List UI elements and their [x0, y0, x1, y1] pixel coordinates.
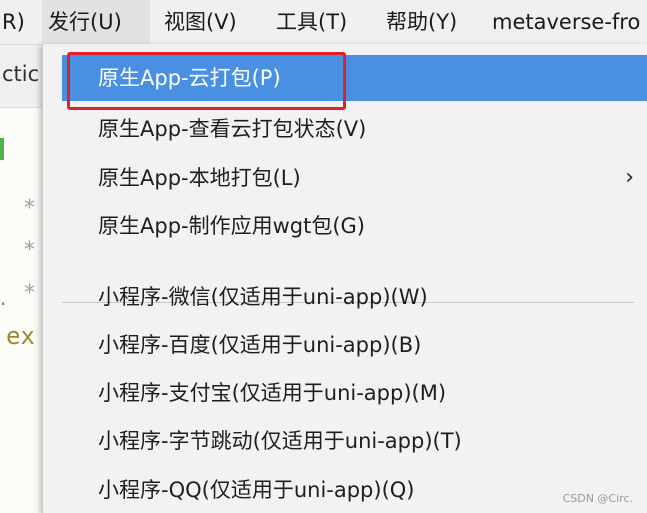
menu-publish[interactable]: 发行(U) [42, 0, 150, 44]
chevron-right-icon: › [625, 165, 634, 190]
menu-help[interactable]: 帮助(Y) [380, 0, 463, 44]
menu-item-miniprogram-wechat[interactable]: 小程序-微信(仅适用于uni-app)(W) [62, 274, 647, 320]
menu-view[interactable]: 视图(V) [158, 0, 243, 44]
code-dot: . [0, 286, 7, 310]
code-keyword: ex [6, 322, 35, 350]
code-comment-star: * [24, 281, 35, 306]
menu-item-native-local-pack[interactable]: 原生App-本地打包(L) › [62, 155, 647, 201]
menu-item-label: 小程序-微信(仅适用于uni-app)(W) [98, 285, 428, 309]
menu-item-label: 原生App-制作应用wgt包(G) [98, 214, 366, 238]
menu-item-label: 原生App-查看云打包状态(V) [98, 117, 367, 141]
menu-item-native-cloud-status[interactable]: 原生App-查看云打包状态(V) [62, 106, 647, 152]
code-comment-star: * [24, 238, 35, 263]
menu-tools[interactable]: 工具(T) [270, 0, 353, 44]
menu-item-miniprogram-alipay[interactable]: 小程序-支付宝(仅适用于uni-app)(M) [62, 370, 647, 416]
watermark-text: CSDN @Circ. [562, 492, 633, 505]
menu-item-label: 原生App-本地打包(L) [98, 166, 301, 190]
menu-item-label: 小程序-QQ(仅适用于uni-app)(Q) [98, 478, 415, 502]
menu-item-label: 小程序-百度(仅适用于uni-app)(B) [98, 333, 422, 357]
gutter-change-marker [0, 138, 4, 160]
menu-item-miniprogram-bytedance[interactable]: 小程序-字节跳动(仅适用于uni-app)(T) [62, 418, 647, 464]
menu-item-label: 小程序-支付宝(仅适用于uni-app)(M) [98, 381, 447, 405]
publish-dropdown-menu: 原生App-云打包(P) 原生App-查看云打包状态(V) 原生App-本地打包… [42, 44, 647, 513]
menu-item-miniprogram-qq[interactable]: 小程序-QQ(仅适用于uni-app)(Q) [62, 467, 647, 513]
menu-run[interactable]: R) [0, 0, 31, 44]
menu-bar: R) 发行(U) 视图(V) 工具(T) 帮助(Y) metaverse-fro [0, 0, 647, 45]
menu-project-name[interactable]: metaverse-fro [486, 0, 646, 44]
menu-item-native-wgt-pack[interactable]: 原生App-制作应用wgt包(G) [62, 203, 647, 249]
code-comment-star: * [24, 196, 35, 221]
menu-item-label: 原生App-云打包(P) [98, 66, 281, 90]
screenshot: ctic * * * . ex R) 发行(U) 视图(V) 工具(T) 帮助(… [0, 0, 647, 513]
menu-item-native-cloud-pack[interactable]: 原生App-云打包(P) [62, 55, 647, 101]
editor-tab-label[interactable]: ctic [2, 62, 39, 86]
menu-item-miniprogram-baidu[interactable]: 小程序-百度(仅适用于uni-app)(B) [62, 322, 647, 368]
menu-item-label: 小程序-字节跳动(仅适用于uni-app)(T) [98, 429, 462, 453]
